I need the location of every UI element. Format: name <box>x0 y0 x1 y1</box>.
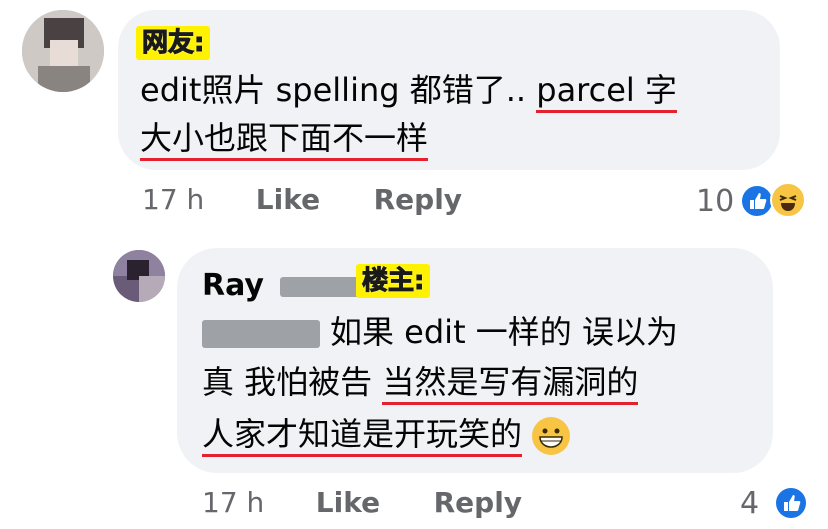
redacted-surname <box>280 276 361 297</box>
comment-underlined-text: 大小也跟下面不一样 <box>140 119 429 161</box>
reply-reaction-count[interactable]: 4 <box>740 486 759 521</box>
reply-reply-button[interactable]: Reply <box>434 486 522 519</box>
commenter-avatar[interactable] <box>22 10 104 92</box>
reply-author-name[interactable]: Ray <box>202 268 361 303</box>
comment-timestamp[interactable]: 17 h <box>142 183 204 216</box>
comment-text-part: edit照片 spelling 都错了.. <box>140 71 537 109</box>
reply-timestamp[interactable]: 17 h <box>202 486 264 519</box>
redacted-text <box>202 320 320 348</box>
reply-author-first-name[interactable]: Ray <box>202 268 264 303</box>
reply-underlined-text: 人家才知道是开玩笑的 <box>202 415 523 457</box>
reply-meta-row: 17 h Like Reply <box>202 486 522 519</box>
reply-underlined-text: 当然是写有漏洞的 <box>382 363 639 405</box>
comment-meta-row: 17 h Like Reply <box>142 183 462 216</box>
comment-underlined-text: parcel 字 <box>536 71 677 113</box>
like-icon <box>774 486 808 520</box>
commenter-badge: 网友: <box>136 26 211 60</box>
grinning-face-icon <box>532 417 571 455</box>
reply-text-line-2: 真 我怕被告 当然是写有漏洞的 <box>202 362 639 405</box>
like-icon <box>740 184 774 218</box>
comment-text-line-1: edit照片 spelling 都错了.. parcel 字 <box>140 70 677 113</box>
reply-text-part: 真 我怕被告 <box>202 363 383 401</box>
comment-text-line-2: 大小也跟下面不一样 <box>140 118 429 161</box>
haha-icon <box>770 182 806 218</box>
reply-text-part: 如果 edit 一样的 误以为 <box>330 313 678 351</box>
comment-reply-button[interactable]: Reply <box>374 183 462 216</box>
reply-text-line-3: 人家才知道是开玩笑的 <box>202 414 571 457</box>
author-badge: 楼主: <box>356 264 431 298</box>
reply-text-line-1: 如果 edit 一样的 误以为 <box>202 312 678 352</box>
reply-author-avatar[interactable] <box>113 250 165 302</box>
comment-reaction-count[interactable]: 10 <box>696 184 734 219</box>
comment-like-button[interactable]: Like <box>256 183 320 216</box>
reply-like-button[interactable]: Like <box>316 486 380 519</box>
